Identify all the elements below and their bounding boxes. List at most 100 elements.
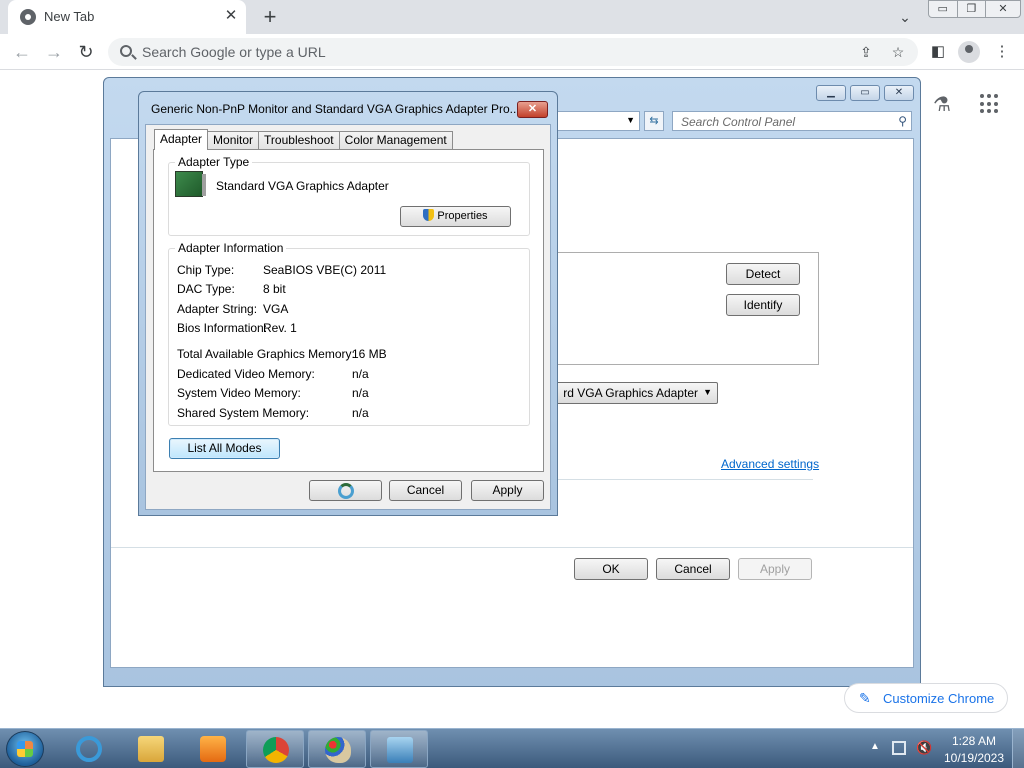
minimize-button[interactable]: ▭ <box>928 0 958 18</box>
display-select-value: rd VGA Graphics Adapter <box>563 386 698 400</box>
show-hidden-icons-icon[interactable]: ▲ <box>870 741 880 752</box>
adapter-properties-dialog: Generic Non-PnP Monitor and Standard VGA… <box>138 91 558 516</box>
info-value: 8 bit <box>263 282 286 296</box>
memory-key: Shared System Memory: <box>177 406 310 420</box>
pencil-icon: ✎ <box>859 690 871 706</box>
info-key: Bios Information: <box>177 321 268 335</box>
info-value: SeaBIOS VBE(C) 2011 <box>263 263 387 277</box>
paint-icon <box>325 737 351 763</box>
control-panel-icon <box>387 737 413 763</box>
display-select[interactable]: rd VGA Graphics Adapter ▼ <box>551 382 718 404</box>
taskbar-paint[interactable] <box>308 730 366 768</box>
google-apps-icon[interactable] <box>980 94 1000 114</box>
adapter-name: Standard VGA Graphics Adapter <box>216 179 389 193</box>
tab-color-management[interactable]: Color Management <box>338 131 453 150</box>
address-dropdown-icon[interactable]: ▼ <box>626 115 635 125</box>
memory-value: n/a <box>352 367 369 381</box>
divider <box>111 547 913 548</box>
tab-new-tab[interactable]: New Tab ✕ <box>8 0 246 34</box>
search-placeholder: Search Control Panel <box>681 115 796 129</box>
new-tab-button[interactable]: + <box>258 4 282 30</box>
chrome-favicon-icon <box>20 9 36 25</box>
ok-button-busy[interactable] <box>309 480 382 501</box>
refresh-icon[interactable]: ⇆ <box>644 111 664 131</box>
memory-key: System Video Memory: <box>177 386 301 400</box>
clock-time[interactable]: 1:28 AM <box>948 734 1000 748</box>
search-control-panel-input[interactable]: Search Control Panel ⚲ <box>672 111 912 131</box>
cancel-button[interactable]: Cancel <box>656 558 730 580</box>
dialog-title: Generic Non-PnP Monitor and Standard VGA… <box>151 102 520 116</box>
system-tray: ▲ 🔇 1:28 AM 10/19/2023 <box>868 729 1024 768</box>
tab-close-icon[interactable]: ✕ <box>220 5 242 27</box>
profile-avatar-icon[interactable] <box>958 41 980 63</box>
media-player-icon <box>200 736 226 762</box>
dialog-apply-button[interactable]: Apply <box>471 480 544 501</box>
adapter-information-group: Adapter Information Chip Type: SeaBIOS V… <box>168 241 530 426</box>
labs-flask-icon[interactable]: ⚗ <box>930 92 954 116</box>
divider <box>551 479 813 480</box>
dialog-tabs: Adapter Monitor Troubleshoot Color Manag… <box>154 129 453 150</box>
customize-chrome-label: Customize Chrome <box>883 691 995 706</box>
tab-adapter[interactable]: Adapter <box>154 129 209 150</box>
start-button[interactable] <box>6 731 44 767</box>
info-value: Rev. 1 <box>263 321 297 335</box>
tab-monitor[interactable]: Monitor <box>207 131 260 150</box>
taskbar-ie[interactable] <box>60 730 118 768</box>
ok-button[interactable]: OK <box>574 558 648 580</box>
adapter-type-label: Adapter Type <box>175 155 253 169</box>
info-key: DAC Type: <box>177 282 235 296</box>
internet-explorer-icon <box>76 736 102 762</box>
info-key: Chip Type: <box>177 263 235 277</box>
network-icon[interactable] <box>892 741 906 755</box>
folder-icon <box>138 736 164 762</box>
taskbar: ▲ 🔇 1:28 AM 10/19/2023 <box>0 728 1024 768</box>
adapter-information-label: Adapter Information <box>175 241 287 255</box>
dialog-close-button[interactable]: ✕ <box>517 101 548 118</box>
volume-muted-icon[interactable]: 🔇 <box>916 740 932 756</box>
chevron-down-icon: ▼ <box>703 387 712 397</box>
properties-button[interactable]: Properties <box>400 206 511 227</box>
tab-strip: New Tab ✕ + ⌄ ▭ ❐ ✕ <box>0 0 1024 34</box>
taskbar-media-player[interactable] <box>184 730 242 768</box>
tab-troubleshoot[interactable]: Troubleshoot <box>258 131 340 150</box>
dialog-cancel-button[interactable]: Cancel <box>389 480 462 501</box>
detect-button[interactable]: Detect <box>726 263 800 285</box>
menu-kebab-icon[interactable]: ⋮ <box>990 40 1014 64</box>
bookmark-star-icon[interactable]: ☆ <box>888 42 908 62</box>
memory-value: 16 MB <box>352 347 387 361</box>
cp-close-button[interactable]: ✕ <box>884 85 914 101</box>
search-magnifier-icon[interactable]: ⚲ <box>898 114 907 128</box>
identify-button[interactable]: Identify <box>726 294 800 316</box>
cp-maximize-button[interactable]: ▭ <box>850 85 880 101</box>
properties-label: Properties <box>437 210 488 222</box>
show-desktop-button[interactable] <box>1012 729 1024 768</box>
omnibox[interactable]: Search Google or type a URL ⇪ ☆ <box>108 38 918 66</box>
list-all-modes-button[interactable]: List All Modes <box>169 438 280 459</box>
side-panel-icon[interactable]: ◧ <box>926 40 950 64</box>
cp-minimize-button[interactable]: ▁ <box>816 85 846 101</box>
taskbar-chrome[interactable] <box>246 730 304 768</box>
info-key: Adapter String: <box>177 302 258 316</box>
close-window-button[interactable]: ✕ <box>985 0 1021 18</box>
back-arrow-icon[interactable]: ← <box>10 40 34 64</box>
forward-arrow-icon[interactable]: → <box>42 40 66 64</box>
reload-icon[interactable]: ↻ <box>74 40 98 64</box>
clock-date[interactable]: 10/19/2023 <box>940 751 1008 765</box>
tab-search-chevron-icon[interactable]: ⌄ <box>894 6 916 28</box>
adapter-tab-panel: Adapter Type Standard VGA Graphics Adapt… <box>153 149 544 472</box>
graphics-card-icon <box>175 171 206 197</box>
taskbar-explorer[interactable] <box>122 730 180 768</box>
window-caption-buttons: ▭ ❐ ✕ <box>928 0 1021 18</box>
browser-toolbar: ← → ↻ Search Google or type a URL ⇪ ☆ ◧ … <box>0 34 1024 70</box>
taskbar-control-panel[interactable] <box>370 730 428 768</box>
advanced-settings-link[interactable]: Advanced settings <box>721 457 819 471</box>
info-value: VGA <box>263 302 289 316</box>
share-icon[interactable]: ⇪ <box>856 42 876 62</box>
customize-chrome-button[interactable]: ✎ Customize Chrome <box>844 683 1008 713</box>
uac-shield-icon <box>423 209 435 221</box>
memory-key: Dedicated Video Memory: <box>177 367 315 381</box>
apply-button[interactable]: Apply <box>738 558 812 580</box>
restore-button[interactable]: ❐ <box>956 0 986 18</box>
busy-spinner-icon <box>338 483 354 499</box>
dialog-body: Adapter Monitor Troubleshoot Color Manag… <box>145 124 551 510</box>
